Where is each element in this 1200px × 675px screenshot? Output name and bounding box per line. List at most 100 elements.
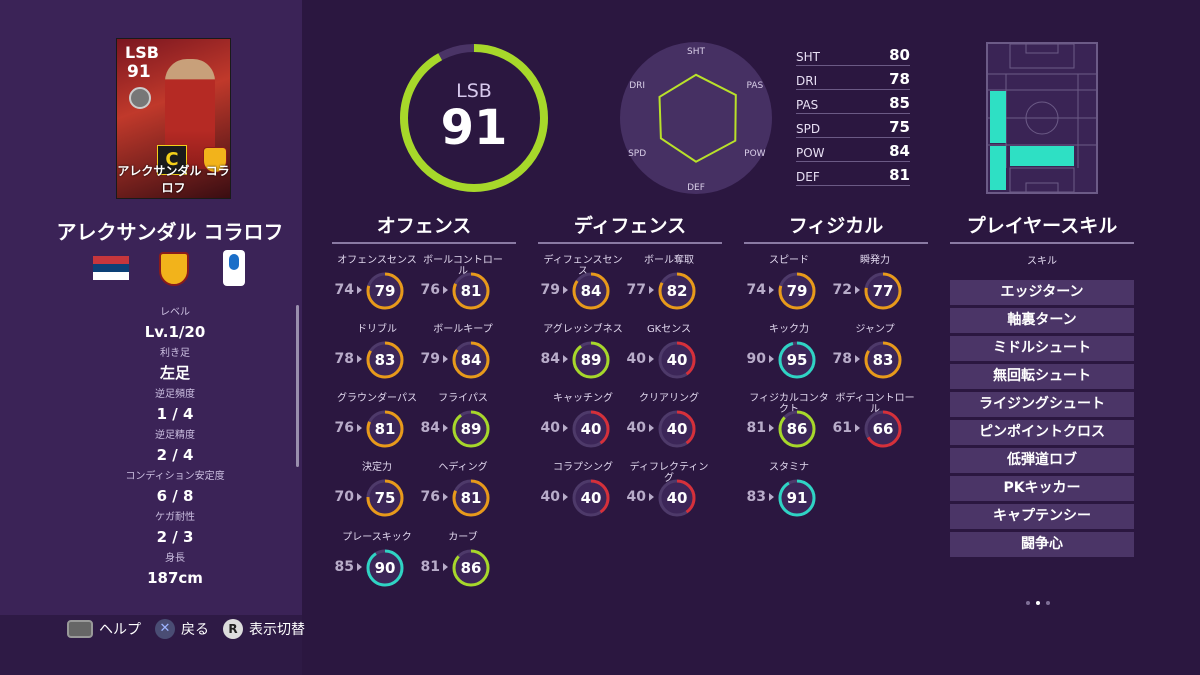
physical-header: フィジカル	[744, 212, 928, 244]
button-guide: ヘルプ ✕ 戻る R 表示切替	[67, 618, 305, 640]
attribute-defense[interactable]: キャッチング 40 40	[538, 393, 628, 457]
arrow-right-icon	[769, 424, 774, 432]
skill-item[interactable]: ライジングシュート	[950, 392, 1134, 417]
arrow-right-icon	[443, 563, 448, 571]
attribute-physical[interactable]: ボディコントロール 61 66	[830, 393, 920, 457]
page-dot[interactable]	[1026, 601, 1030, 605]
attribute-value: 66	[872, 420, 894, 438]
attribute-base: 85	[334, 559, 354, 575]
help-label[interactable]: ヘルプ	[99, 619, 141, 639]
skills-list: エッジターン 軸裏ターンミドルシュート 無回転シュート ライジングシュート ピンポイント…	[950, 280, 1134, 560]
attribute-value: 79	[786, 282, 808, 300]
club-crest-icon	[159, 252, 189, 286]
skill-item[interactable]: 低弾道ロブ	[950, 448, 1134, 473]
attribute-offense[interactable]: 決定力 70 75	[332, 462, 422, 526]
attribute-base: 70	[334, 489, 354, 505]
attribute-offense[interactable]: ドリブル 78 83	[332, 324, 422, 388]
arrow-right-icon	[649, 424, 654, 432]
attribute-offense[interactable]: ボールキープ 79 84	[418, 324, 508, 388]
attribute-offense[interactable]: プレースキック 85 90	[332, 532, 422, 596]
attribute-base: 61	[832, 420, 852, 436]
attribute-physical[interactable]: スピード 74 79	[744, 255, 834, 319]
summary-row: PAS 85	[796, 90, 910, 114]
attribute-base: 84	[420, 420, 440, 436]
arrow-right-icon	[357, 355, 362, 363]
attribute-defense[interactable]: ボール奪取 77 82	[624, 255, 714, 319]
attribute-base: 78	[832, 351, 852, 367]
attribute-offense[interactable]: ヘディング 76 81	[418, 462, 508, 526]
skill-item[interactable]: ミドルシュート	[950, 336, 1134, 361]
page-dot[interactable]	[1046, 601, 1050, 605]
attribute-value: 83	[872, 351, 894, 369]
info-value: 2 / 3	[156, 528, 194, 546]
radar-label: POW	[744, 149, 766, 159]
info-value: 1 / 4	[156, 405, 194, 423]
attribute-value: 81	[374, 420, 396, 438]
skills-header: プレイヤースキル	[950, 212, 1134, 244]
attribute-base: 84	[540, 351, 560, 367]
attribute-defense[interactable]: ディフレクティング 40 40	[624, 462, 714, 526]
summary-value: 78	[889, 70, 910, 88]
attribute-offense[interactable]: グラウンダーパス 76 81	[332, 393, 422, 457]
attribute-offense[interactable]: フライパス 84 89	[418, 393, 508, 457]
info-label: コンディション安定度	[125, 471, 225, 482]
attribute-value: 81	[460, 489, 482, 507]
coin-icon	[129, 87, 151, 109]
attribute-value: 75	[374, 489, 396, 507]
attribute-base: 77	[626, 282, 646, 298]
attribute-defense[interactable]: GKセンス 40 40	[624, 324, 714, 388]
summary-value: 84	[889, 142, 910, 160]
attribute-physical[interactable]: スタミナ 83 91	[744, 462, 834, 526]
attribute-defense[interactable]: コラプシング 40 40	[538, 462, 628, 526]
attribute-value: 79	[374, 282, 396, 300]
skill-item[interactable]: ピンポイントクロス	[950, 420, 1134, 445]
attribute-base: 83	[746, 489, 766, 505]
summary-value: 85	[889, 94, 910, 112]
attribute-physical[interactable]: キック力 90 95	[744, 324, 834, 388]
nationality-flag-icon	[93, 256, 129, 280]
attribute-defense[interactable]: ディフェンスセンス 79 84	[538, 255, 628, 319]
attribute-offense[interactable]: ボールコントロール 76 81	[418, 255, 508, 319]
attribute-physical[interactable]: フィジカルコンタクト 81 86	[744, 393, 834, 457]
info-label: レベル	[160, 307, 190, 318]
attribute-defense[interactable]: クリアリング 40 40	[624, 393, 714, 457]
skill-item[interactable]: 軸裏ターン	[950, 308, 1134, 333]
attribute-offense[interactable]: カーブ 81 86	[418, 532, 508, 596]
attribute-name: オフェンスセンス	[337, 255, 417, 266]
attribute-name: スタミナ	[769, 462, 809, 473]
arrow-right-icon	[769, 493, 774, 501]
attribute-offense[interactable]: オフェンスセンス 74 79	[332, 255, 422, 319]
attribute-physical[interactable]: ジャンプ 78 83	[830, 324, 920, 388]
skill-item[interactable]: エッジターン	[950, 280, 1134, 305]
toggle-view-label[interactable]: 表示切替	[249, 619, 305, 639]
scrollbar[interactable]	[296, 305, 299, 467]
page-dot-active[interactable]	[1036, 601, 1040, 605]
arrow-right-icon	[769, 286, 774, 294]
arrow-right-icon	[649, 493, 654, 501]
attribute-physical[interactable]: 瞬発力 72 77	[830, 255, 920, 319]
attribute-base: 74	[334, 282, 354, 298]
summary-row: DEF 81	[796, 162, 910, 186]
attribute-base: 76	[420, 282, 440, 298]
attribute-base: 76	[420, 489, 440, 505]
attribute-name: ボールキープ	[433, 324, 493, 335]
summary-key: SHT	[796, 50, 820, 64]
radar-chart: SHT PAS POW DEF SPD DRI	[620, 42, 772, 194]
player-card[interactable]: LSB 91 C アレクサンダル コラロフ	[116, 38, 231, 199]
info-value: 187cm	[147, 569, 203, 587]
skill-item[interactable]: 闘争心	[950, 532, 1134, 557]
back-label[interactable]: 戻る	[181, 619, 209, 639]
attribute-value: 83	[374, 351, 396, 369]
attribute-name: クリアリング	[639, 393, 699, 404]
attribute-name: キャッチング	[553, 393, 613, 404]
skill-item[interactable]: キャプテンシー	[950, 504, 1134, 529]
attribute-name: GKセンス	[646, 324, 692, 335]
attribute-value: 40	[580, 489, 602, 507]
skill-item[interactable]: 無回転シュート	[950, 364, 1134, 389]
attribute-base: 40	[540, 489, 560, 505]
attribute-defense[interactable]: アグレッシブネス 84 89	[538, 324, 628, 388]
skill-item[interactable]: PKキッカー	[950, 476, 1134, 501]
attribute-name: ボール奪取	[644, 255, 694, 266]
player-name: アレクサンダル コラロフ	[56, 220, 284, 244]
attribute-value: 40	[666, 351, 688, 369]
